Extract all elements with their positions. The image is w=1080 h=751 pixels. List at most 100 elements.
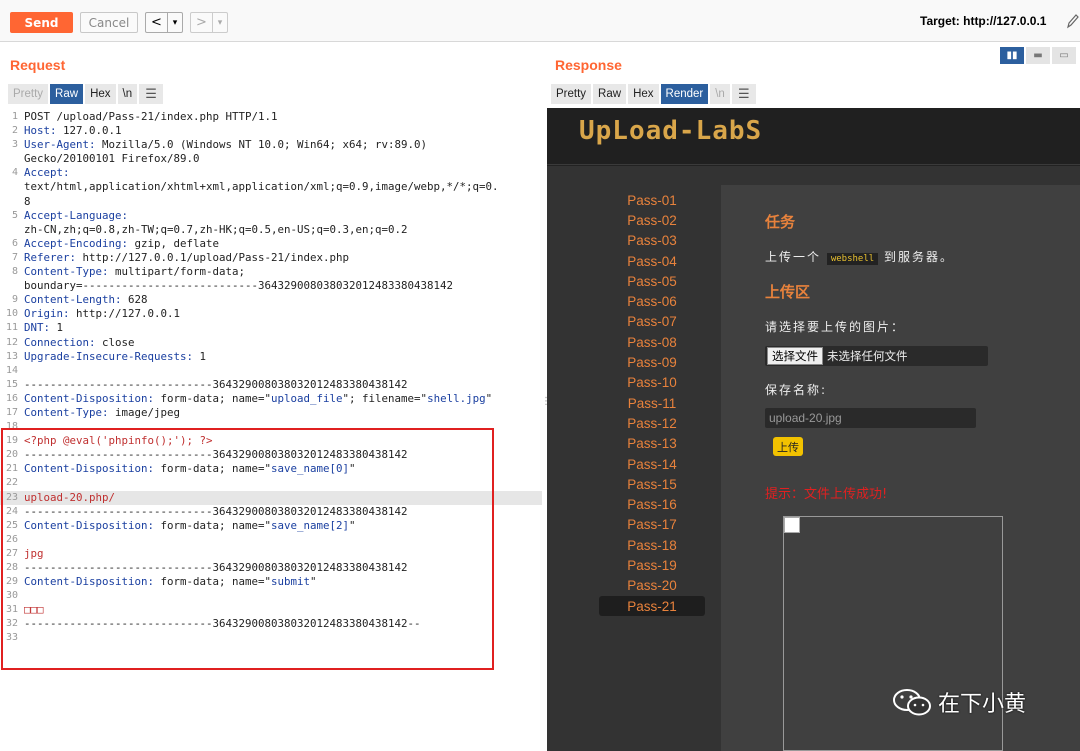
code-line: 16 Content-Disposition: form-data; name="…: [0, 392, 542, 406]
request-tab-pretty[interactable]: Pretty: [8, 84, 49, 104]
forward-button[interactable]: >: [191, 13, 213, 32]
code-line: 26: [0, 533, 542, 547]
line-text: POST /upload/Pass-21/index.php HTTP/1.1: [24, 110, 278, 124]
sidebar-item-pass[interactable]: Pass-19: [599, 555, 705, 575]
line-text: Content-Disposition: form-data; name="su…: [24, 575, 317, 589]
code-token: image/jpeg: [108, 405, 181, 419]
line-text: Content-Disposition: form-data; name="up…: [24, 392, 492, 406]
code-token: form-data; name=": [154, 518, 272, 532]
line-text: Referer: http://127.0.0.1/upload/Pass-21…: [24, 251, 349, 265]
code-line: 28 -----------------------------364329008…: [0, 561, 542, 575]
code-token: 127.0.0.1: [56, 124, 122, 138]
task-text-post: 到服务器。: [884, 250, 955, 264]
code-line: 23 upload-20.php/: [0, 490, 542, 505]
sidebar-item-pass[interactable]: Pass-21: [599, 595, 705, 617]
line-text: Host: 127.0.0.1: [24, 124, 122, 138]
back-nav-group: < ▾: [145, 12, 183, 33]
line-text: Gecko/20100101 Firefox/89.0: [24, 152, 200, 166]
code-token: User-Agent:: [24, 138, 96, 152]
sidebar-item-pass[interactable]: Pass-18: [599, 535, 705, 555]
response-tab-hex[interactable]: Hex: [628, 84, 659, 104]
code-token: upload-20.php/: [24, 490, 116, 504]
sidebar-item-pass[interactable]: Pass-11: [599, 393, 705, 413]
forward-history-dropdown[interactable]: ▾: [213, 13, 227, 32]
code-token: upload_file: [271, 391, 343, 405]
code-token: 628: [121, 293, 148, 307]
code-token: Content-Type:: [24, 265, 109, 279]
sidebar-item-pass[interactable]: Pass-03: [599, 231, 705, 251]
choose-file-button[interactable]: 选择文件: [767, 347, 823, 365]
line-number: 24: [5, 505, 18, 517]
layout-tabs-icon[interactable]: ▭: [1052, 47, 1076, 64]
line-number: 2: [11, 125, 18, 137]
rendered-response: UpLoad-LabS Pass-01 Pass-02 Pass-03 Pass-04…: [547, 108, 1080, 751]
sidebar-item-pass[interactable]: Pass-05: [599, 271, 705, 291]
sidebar-item-pass[interactable]: Pass-10: [599, 373, 705, 393]
back-history-dropdown[interactable]: ▾: [168, 13, 182, 32]
sidebar-item-pass[interactable]: Pass-01: [599, 190, 705, 210]
sidebar-item-pass[interactable]: Pass-12: [599, 413, 705, 433]
layout-side-by-side-icon[interactable]: ▮▮: [1000, 47, 1024, 64]
line-text: 8: [24, 195, 31, 209]
sidebar-item-pass[interactable]: Pass-14: [599, 454, 705, 474]
sidebar-item-pass[interactable]: Pass-16: [599, 494, 705, 514]
line-text: □□□: [24, 603, 44, 617]
response-tab-render[interactable]: Render: [660, 84, 709, 104]
pass-sidebar: Pass-01 Pass-02 Pass-03 Pass-04 Pass-05 Pass-…: [599, 190, 705, 617]
task-heading: 任务: [765, 213, 796, 231]
line-number: 5: [11, 209, 18, 221]
sidebar-item-pass[interactable]: Pass-08: [599, 332, 705, 352]
back-button[interactable]: <: [146, 13, 168, 32]
pencil-icon[interactable]: [1066, 13, 1080, 29]
response-menu-icon[interactable]: ☰: [731, 84, 756, 104]
code-token: gzip, deflate: [128, 236, 220, 250]
sidebar-item-pass[interactable]: Pass-17: [599, 515, 705, 535]
line-text: Accept-Encoding: gzip, deflate: [24, 237, 219, 251]
send-button[interactable]: Send: [10, 12, 73, 33]
sidebar-item-pass[interactable]: Pass-07: [599, 312, 705, 332]
sidebar-item-pass[interactable]: Pass-09: [599, 352, 705, 372]
sidebar-item-pass[interactable]: Pass-20: [599, 576, 705, 596]
line-text: jpg: [24, 547, 44, 561]
line-number: 27: [5, 547, 18, 559]
line-text: Content-Type: multipart/form-data;: [24, 265, 245, 279]
code-token: POST /upload/Pass-21/index.php HTTP/1.1: [24, 110, 278, 123]
sidebar-item-pass[interactable]: Pass-15: [599, 474, 705, 494]
code-token: -----------------------------36432900803…: [24, 377, 408, 391]
request-tab-newline[interactable]: \n: [117, 84, 138, 104]
upload-button[interactable]: 上传: [773, 437, 803, 456]
code-token: form-data; name=": [154, 462, 272, 476]
line-text: Accept-Language:: [24, 209, 128, 223]
sidebar-item-pass[interactable]: Pass-04: [599, 251, 705, 271]
code-line: 6 Accept-Encoding: gzip, deflate: [0, 237, 542, 251]
code-token: -----------------------------36432900803…: [24, 504, 408, 518]
line-number: 16: [5, 392, 18, 404]
sidebar-item-pass[interactable]: Pass-02: [599, 210, 705, 230]
code-token: 8: [24, 194, 31, 208]
code-token: multipart/form-data;: [108, 265, 246, 279]
line-number: 10: [5, 308, 18, 320]
code-line: 8 Content-Type: multipart/form-data;: [0, 265, 542, 279]
line-text: Accept:: [24, 166, 70, 180]
code-line: text/html,application/xhtml+xml,applicat…: [0, 180, 542, 194]
save-name-input[interactable]: upload-20.jpg: [765, 408, 976, 428]
code-line: 19 <?php @eval('phpinfo();'); ?>: [0, 434, 542, 448]
code-token: Referer:: [24, 250, 77, 264]
choose-file-label: 请选择要上传的图片：: [765, 320, 906, 334]
request-menu-icon[interactable]: ☰: [139, 84, 164, 104]
layout-stacked-icon[interactable]: ▬: [1026, 47, 1050, 64]
request-tab-raw[interactable]: Raw: [50, 84, 84, 104]
code-token: Content-Disposition:: [24, 462, 155, 476]
response-tab-pretty[interactable]: Pretty: [551, 84, 592, 104]
response-tab-raw[interactable]: Raw: [593, 84, 627, 104]
request-editor[interactable]: 1 POST /upload/Pass-21/index.php HTTP/1.1…: [0, 110, 542, 751]
code-token: 1: [193, 349, 207, 363]
cancel-button[interactable]: Cancel: [80, 12, 138, 33]
response-tabs: Pretty Raw Hex Render \n ☰: [551, 84, 758, 104]
line-text: -----------------------------36432900803…: [24, 448, 408, 462]
sidebar-item-pass[interactable]: Pass-06: [599, 291, 705, 311]
response-tab-newline[interactable]: \n: [710, 84, 730, 104]
request-tab-hex[interactable]: Hex: [85, 84, 116, 104]
line-number: 21: [5, 463, 18, 475]
sidebar-item-pass[interactable]: Pass-13: [599, 434, 705, 454]
